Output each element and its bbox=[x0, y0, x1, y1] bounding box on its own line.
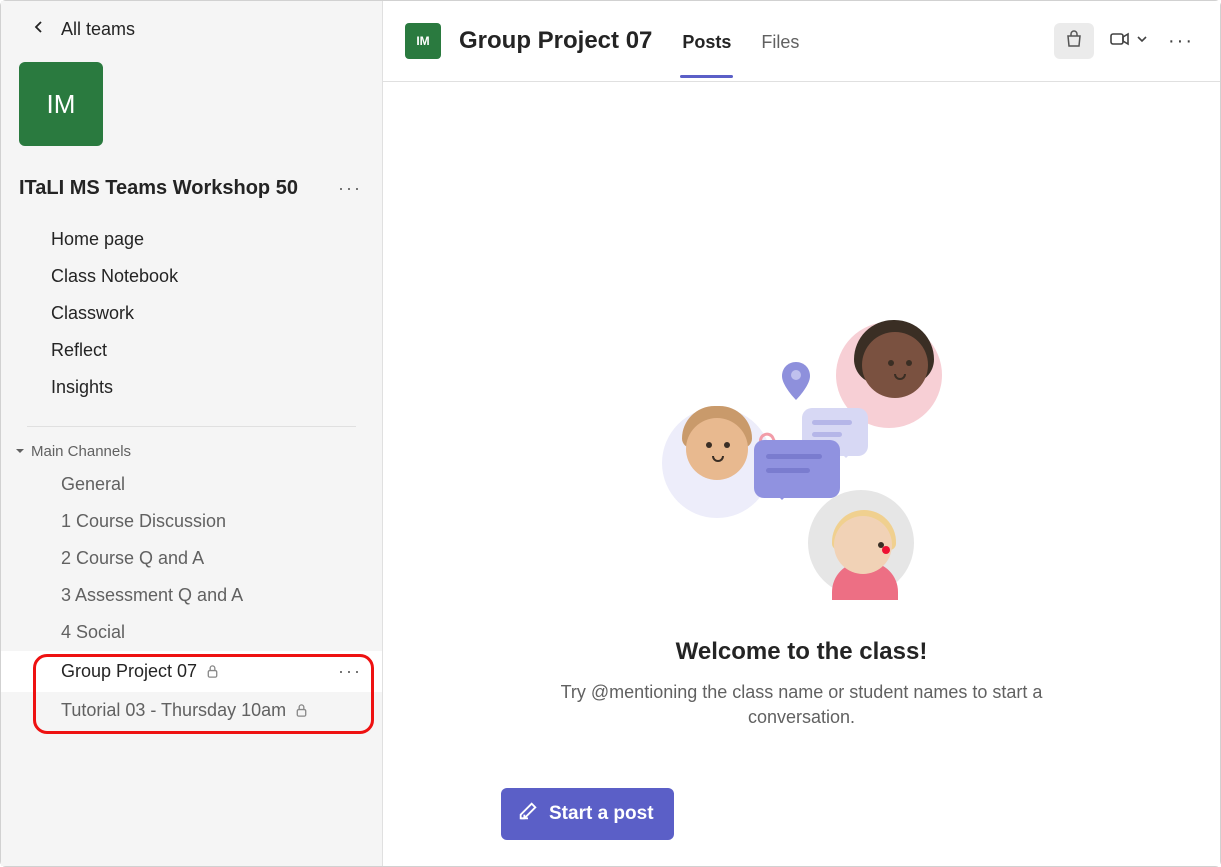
channel-item-social[interactable]: 4 Social bbox=[1, 614, 382, 651]
nav-item-classwork[interactable]: Classwork bbox=[1, 295, 382, 332]
channel-more-button[interactable]: ··· bbox=[332, 659, 368, 684]
lock-icon bbox=[205, 664, 220, 679]
channel-item-course-qa[interactable]: 2 Course Q and A bbox=[1, 540, 382, 577]
sidebar: All teams IM ITaLI MS Teams Workshop 50 … bbox=[1, 1, 383, 866]
meet-now-button[interactable] bbox=[1108, 27, 1148, 56]
team-more-button[interactable]: ··· bbox=[334, 174, 366, 203]
lock-icon bbox=[294, 703, 309, 718]
illus-eye bbox=[906, 360, 912, 366]
channel-content: Welcome to the class! Try @mentioning th… bbox=[383, 82, 1220, 866]
nav-item-insights[interactable]: Insights bbox=[1, 369, 382, 406]
channel-label: Group Project 07 bbox=[61, 661, 197, 682]
start-a-post-label: Start a post bbox=[549, 803, 654, 825]
all-teams-label: All teams bbox=[61, 19, 135, 40]
channel-label: 3 Assessment Q and A bbox=[61, 585, 243, 606]
team-avatar-tile[interactable]: IM bbox=[19, 62, 103, 146]
sidebar-divider bbox=[27, 426, 356, 427]
channel-label: General bbox=[61, 474, 125, 495]
topbar-actions: ··· bbox=[1054, 23, 1200, 59]
team-nav-list: Home page Class Notebook Classwork Refle… bbox=[1, 221, 382, 420]
nav-item-reflect[interactable]: Reflect bbox=[1, 332, 382, 369]
illus-line bbox=[812, 432, 842, 437]
channel-name-heading: Group Project 07 bbox=[459, 27, 652, 55]
channel-item-tutorial-03[interactable]: Tutorial 03 - Thursday 10am bbox=[1, 692, 382, 729]
channel-label: Tutorial 03 - Thursday 10am bbox=[61, 700, 286, 721]
channel-item-group-project-07[interactable]: Group Project 07 ··· bbox=[1, 651, 382, 692]
team-avatar-initials: IM bbox=[47, 89, 76, 120]
topbar-more-button[interactable]: ··· bbox=[1162, 26, 1200, 57]
illus-eye bbox=[706, 442, 712, 448]
channel-label: 4 Social bbox=[61, 622, 125, 643]
apps-button[interactable] bbox=[1054, 23, 1094, 59]
welcome-illustration bbox=[662, 322, 942, 602]
app-frame: All teams IM ITaLI MS Teams Workshop 50 … bbox=[0, 0, 1221, 867]
channel-avatar-initials: IM bbox=[416, 34, 429, 48]
illus-eye bbox=[888, 360, 894, 366]
illus-line bbox=[766, 468, 810, 473]
chevron-left-icon bbox=[31, 19, 47, 40]
channel-label: 2 Course Q and A bbox=[61, 548, 204, 569]
start-a-post-button[interactable]: Start a post bbox=[501, 788, 674, 840]
video-camera-icon bbox=[1108, 27, 1132, 56]
channel-label: 1 Course Discussion bbox=[61, 511, 226, 532]
chevron-down-icon bbox=[1136, 32, 1148, 50]
tab-posts[interactable]: Posts bbox=[680, 6, 733, 77]
channel-tabs: Posts Files bbox=[680, 1, 801, 81]
channel-list: General 1 Course Discussion 2 Course Q a… bbox=[1, 466, 382, 729]
welcome-title: Welcome to the class! bbox=[676, 638, 928, 666]
nav-item-class-notebook[interactable]: Class Notebook bbox=[1, 258, 382, 295]
illus-earring bbox=[882, 546, 890, 554]
compose-icon bbox=[517, 800, 539, 828]
channel-item-general[interactable]: General bbox=[1, 466, 382, 503]
welcome-subtitle: Try @mentioning the class name or studen… bbox=[522, 680, 1082, 730]
all-teams-back-button[interactable]: All teams bbox=[1, 19, 382, 62]
illus-line bbox=[766, 454, 822, 459]
channel-topbar: IM Group Project 07 Posts Files bbox=[383, 1, 1220, 82]
team-title-row: ITaLI MS Teams Workshop 50 ··· bbox=[1, 174, 382, 221]
main-panel: IM Group Project 07 Posts Files bbox=[383, 1, 1220, 866]
map-pin-icon bbox=[782, 362, 810, 400]
channel-item-course-discussion[interactable]: 1 Course Discussion bbox=[1, 503, 382, 540]
main-channels-section-toggle[interactable]: Main Channels bbox=[1, 439, 382, 466]
illus-person1-head bbox=[686, 418, 748, 480]
illus-eye bbox=[724, 442, 730, 448]
nav-item-home[interactable]: Home page bbox=[1, 221, 382, 258]
channel-avatar-tile: IM bbox=[405, 23, 441, 59]
apps-bag-icon bbox=[1064, 29, 1084, 54]
team-title: ITaLI MS Teams Workshop 50 bbox=[19, 177, 298, 200]
illus-person2-head bbox=[862, 332, 928, 398]
caret-down-icon bbox=[15, 443, 25, 460]
channel-item-assessment-qa[interactable]: 3 Assessment Q and A bbox=[1, 577, 382, 614]
tab-files[interactable]: Files bbox=[759, 6, 801, 77]
illus-line bbox=[812, 420, 852, 425]
section-label: Main Channels bbox=[31, 443, 131, 460]
